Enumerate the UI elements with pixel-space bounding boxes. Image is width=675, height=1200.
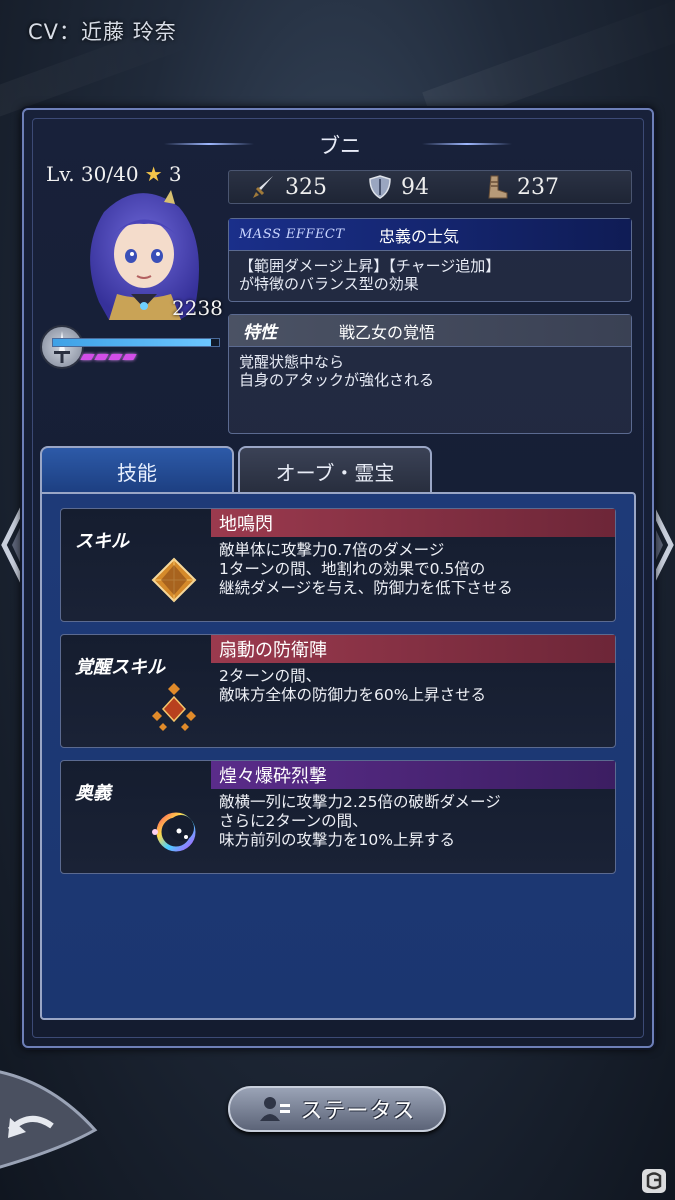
hp-value: 2238 [172, 296, 223, 320]
shield-icon [367, 174, 393, 200]
skill-desc-line: さらに2ターンの間、 [219, 812, 368, 830]
watermark-logo-icon [642, 1169, 666, 1193]
tab-skills[interactable]: 技能 [40, 446, 234, 494]
trait-label: 特性 [243, 323, 277, 343]
skill-type-label: 奥義 [75, 783, 111, 804]
gauge-segment [80, 354, 95, 360]
voice-actor-label: CV：近藤 玲奈 [28, 20, 177, 44]
skill-description: 敵横一列に攻撃力2.25倍の破断ダメージ さらに2ターンの間、 味方前列の攻撃力… [219, 793, 605, 850]
defense-value: 94 [401, 174, 429, 200]
attack-type-sword-icon [40, 325, 84, 369]
skill-desc-line: 1ターンの間、地割れの効果で0.5倍の [219, 560, 486, 578]
skill-name: 扇動の防衛陣 [211, 635, 615, 663]
tab-orb-relic[interactable]: オーブ・霊宝 [238, 446, 432, 494]
stat-speed: 237 [483, 174, 559, 200]
skill-name: 煌々爆砕烈撃 [211, 761, 615, 789]
skill-type-label: スキル [75, 531, 129, 552]
sword-icon [251, 174, 277, 200]
gauge-segment [94, 354, 109, 360]
trait-desc-line: 覚醒状態中なら [239, 353, 345, 371]
character-detail-panel: ブニ Lv. 30/40 ★ 3 2238 325 94 237 MASS EF… [22, 108, 654, 1048]
person-icon [260, 1097, 291, 1121]
trait-header: 特性 戦乙女の覚悟 [229, 315, 631, 347]
skill-desc-line: 敵味方全体の防御力を60%上昇させる [219, 686, 486, 704]
status-button[interactable]: ステータス [228, 1086, 446, 1132]
awakening-gauge [80, 354, 137, 360]
skill-card[interactable]: スキル 地鳴閃 敵単体に攻撃力0.7倍のダメージ 1ターンの間、地割れの効果で0… [60, 508, 616, 622]
mass-effect-label: MASS EFFECT [239, 227, 345, 242]
hp-bar-fill [53, 339, 211, 346]
mass-effect-name: 忠義の士気 [379, 226, 460, 246]
mass-effect-box: MASS EFFECT 忠義の士気 【範囲ダメージ上昇】【チャージ追加】 が特徴… [228, 218, 632, 302]
trait-box: 特性 戦乙女の覚悟 覚醒状態中なら 自身のアタックが強化される [228, 314, 632, 434]
trait-desc-line: 自身のアタックが強化される [239, 371, 435, 389]
skill-type-label: 覚醒スキル [75, 657, 165, 678]
skill-desc-line: 敵横一列に攻撃力2.25倍の破断ダメージ [219, 793, 501, 811]
mass-effect-description: 【範囲ダメージ上昇】【チャージ追加】 が特徴のバランス型の効果 [229, 251, 631, 299]
tab-bar: 技能 オーブ・霊宝 [40, 446, 432, 494]
skill-name: 地鳴閃 [211, 509, 615, 537]
stat-attack: 325 [251, 174, 327, 200]
awakened-skill-card[interactable]: 覚醒スキル 扇動の防衛陣 2ターンの間、 敵味方全体の防御力を60%上昇させる [60, 634, 616, 748]
mass-effect-desc-line: が特徴のバランス型の効果 [239, 275, 419, 293]
skill-desc-line: 味方前列の攻撃力を10%上昇する [219, 831, 455, 849]
crescent-orb-icon [152, 812, 196, 852]
attack-value: 325 [285, 174, 327, 200]
skill-description: 敵単体に攻撃力0.7倍のダメージ 1ターンの間、地割れの効果で0.5倍の 継続ダ… [219, 541, 605, 598]
mass-effect-header: MASS EFFECT 忠義の士気 [229, 219, 631, 251]
skill-desc-line: 継続ダメージを与え、防御力を低下させる [219, 579, 513, 597]
diamond-cluster-icon [152, 683, 196, 731]
speed-value: 237 [517, 174, 559, 200]
trait-name: 戦乙女の覚悟 [339, 322, 436, 342]
gauge-segment [122, 354, 137, 360]
character-name: ブニ [319, 134, 361, 158]
hp-bar [52, 338, 220, 347]
mass-effect-desc-line: 【範囲ダメージ上昇】【チャージ追加】 [239, 257, 501, 275]
stats-bar: 325 94 237 [228, 170, 632, 204]
gauge-segment [108, 354, 123, 360]
back-arrow-icon[interactable] [0, 1040, 100, 1170]
boot-icon [483, 174, 509, 200]
ultimate-skill-card[interactable]: 奥義 煌々爆砕烈撃 敵横一列に攻撃力2.25倍の破断ダメージ さらに2ターンの間… [60, 760, 616, 874]
stat-defense: 94 [367, 174, 429, 200]
skills-list: スキル 地鳴閃 敵単体に攻撃力0.7倍のダメージ 1ターンの間、地割れの効果で0… [40, 492, 636, 1020]
status-button-label: ステータス [300, 1099, 416, 1124]
skill-desc-line: 2ターンの間、 [219, 667, 322, 685]
skill-description: 2ターンの間、 敵味方全体の防御力を60%上昇させる [219, 667, 605, 705]
diamond-gem-icon [151, 557, 197, 603]
skill-desc-line: 敵単体に攻撃力0.7倍のダメージ [219, 541, 445, 559]
trait-description: 覚醒状態中なら 自身のアタックが強化される [229, 347, 631, 395]
title-decoration [422, 143, 512, 145]
